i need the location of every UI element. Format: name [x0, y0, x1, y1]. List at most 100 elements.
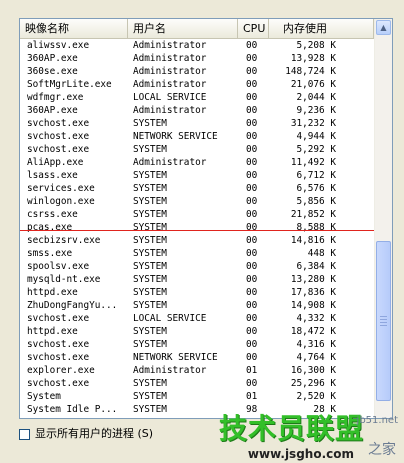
- process-user: NETWORK SERVICE: [133, 352, 218, 363]
- process-row[interactable]: svchost.exe SYSTEM 00 31,232 K: [20, 117, 374, 130]
- process-row[interactable]: csrss.exe SYSTEM 00 21,852 K: [20, 208, 374, 221]
- process-cpu: 00: [246, 40, 258, 51]
- process-cpu: 00: [246, 300, 258, 311]
- process-name: svchost.exe: [27, 339, 90, 350]
- process-row[interactable]: 360se.exe Administrator 00 148,724 K: [20, 65, 374, 78]
- red-guide-line: [20, 230, 374, 231]
- process-row[interactable]: AliApp.exe Administrator 00 11,492 K: [20, 156, 374, 169]
- watermark-title: 技术员联盟: [218, 412, 364, 445]
- process-cpu: 00: [246, 222, 258, 233]
- process-memory: 14,908 K: [290, 300, 336, 311]
- process-memory: 6,576 K: [296, 183, 336, 194]
- process-memory: 448 K: [307, 248, 336, 259]
- process-cpu: 00: [246, 53, 258, 64]
- process-memory: 13,280 K: [290, 274, 336, 285]
- list-header: 映像名称 用户名 CPU 内存使用: [20, 19, 374, 39]
- process-name: explorer.exe: [27, 365, 95, 376]
- process-name: 360AP.exe: [27, 105, 78, 116]
- column-header-name[interactable]: 映像名称: [20, 19, 128, 38]
- watermark-site: jb51.net: [356, 415, 398, 426]
- process-row[interactable]: ZhuDongFangYu... SYSTEM 00 14,908 K: [20, 299, 374, 312]
- process-list[interactable]: 映像名称 用户名 CPU 内存使用 aliwssv.exe Administrat…: [19, 18, 393, 419]
- process-user: SYSTEM: [133, 118, 167, 129]
- process-row[interactable]: services.exe SYSTEM 00 6,576 K: [20, 182, 374, 195]
- process-user: NETWORK SERVICE: [133, 131, 218, 142]
- process-name: svchost.exe: [27, 131, 90, 142]
- process-cpu: 00: [246, 79, 258, 90]
- process-name: mysqld-nt.exe: [27, 274, 101, 285]
- process-name: svchost.exe: [27, 118, 90, 129]
- process-row[interactable]: winlogon.exe SYSTEM 00 5,856 K: [20, 195, 374, 208]
- arrow-up-icon: ▲: [380, 23, 387, 32]
- process-name: pcas.exe: [27, 222, 73, 233]
- process-name: 360se.exe: [27, 66, 78, 77]
- process-row[interactable]: httpd.exe SYSTEM 00 17,836 K: [20, 286, 374, 299]
- process-user: Administrator: [133, 365, 207, 376]
- process-name: secbizsrv.exe: [27, 235, 101, 246]
- process-memory: 4,332 K: [296, 313, 336, 324]
- process-row[interactable]: svchost.exe NETWORK SERVICE 00 4,764 K: [20, 351, 374, 364]
- process-user: SYSTEM: [133, 274, 167, 285]
- process-name: ZhuDongFangYu...: [27, 300, 118, 311]
- process-row[interactable]: wdfmgr.exe LOCAL SERVICE 00 2,044 K: [20, 91, 374, 104]
- process-row[interactable]: SoftMgrLite.exe Administrator 00 21,076 K: [20, 78, 374, 91]
- process-cpu: 00: [246, 313, 258, 324]
- process-name: 360AP.exe: [27, 53, 78, 64]
- process-memory: 2,044 K: [296, 92, 336, 103]
- process-user: LOCAL SERVICE: [133, 92, 207, 103]
- show-all-users-option[interactable]: 显示所有用户的进程 (S): [19, 426, 153, 442]
- process-user: SYSTEM: [133, 378, 167, 389]
- process-user: Administrator: [133, 53, 207, 64]
- process-row[interactable]: httpd.exe SYSTEM 00 18,472 K: [20, 325, 374, 338]
- process-row[interactable]: lsass.exe SYSTEM 00 6,712 K: [20, 169, 374, 182]
- process-row[interactable]: pcas.exe SYSTEM 00 8,588 K: [20, 221, 374, 234]
- process-row[interactable]: svchost.exe LOCAL SERVICE 00 4,332 K: [20, 312, 374, 325]
- process-memory: 25,296 K: [290, 378, 336, 389]
- process-row[interactable]: spoolsv.exe SYSTEM 00 6,384 K: [20, 260, 374, 273]
- process-memory: 6,712 K: [296, 170, 336, 181]
- vertical-scrollbar[interactable]: ▲: [374, 19, 392, 418]
- process-row[interactable]: svchost.exe SYSTEM 00 5,292 K: [20, 143, 374, 156]
- process-row[interactable]: 360AP.exe Administrator 00 9,236 K: [20, 104, 374, 117]
- process-row[interactable]: svchost.exe NETWORK SERVICE 00 4,944 K: [20, 130, 374, 143]
- process-memory: 5,292 K: [296, 144, 336, 155]
- process-user: SYSTEM: [133, 248, 167, 259]
- process-row[interactable]: svchost.exe SYSTEM 00 4,316 K: [20, 338, 374, 351]
- process-memory: 13,928 K: [290, 53, 336, 64]
- process-memory: 148,724 K: [285, 66, 336, 77]
- process-row[interactable]: 360AP.exe Administrator 00 13,928 K: [20, 52, 374, 65]
- show-all-users-label: 显示所有用户的进程 (S): [35, 427, 154, 440]
- column-header-mem[interactable]: 内存使用: [269, 19, 374, 38]
- process-row[interactable]: mysqld-nt.exe SYSTEM 00 13,280 K: [20, 273, 374, 286]
- process-row[interactable]: svchost.exe SYSTEM 00 25,296 K: [20, 377, 374, 390]
- scroll-thumb[interactable]: [376, 241, 391, 401]
- process-user: SYSTEM: [133, 209, 167, 220]
- process-memory: 11,492 K: [290, 157, 336, 168]
- process-row[interactable]: secbizsrv.exe SYSTEM 00 14,816 K: [20, 234, 374, 247]
- process-row[interactable]: smss.exe SYSTEM 00 448 K: [20, 247, 374, 260]
- process-user: LOCAL SERVICE: [133, 313, 207, 324]
- process-memory: 18,472 K: [290, 326, 336, 337]
- process-name: aliwssv.exe: [27, 40, 90, 51]
- process-row[interactable]: explorer.exe Administrator 01 16,300 K: [20, 364, 374, 377]
- process-row[interactable]: aliwssv.exe Administrator 00 5,208 K: [20, 39, 374, 52]
- process-cpu: 00: [246, 196, 258, 207]
- process-cpu: 00: [246, 352, 258, 363]
- process-cpu: 00: [246, 92, 258, 103]
- process-name: httpd.exe: [27, 326, 78, 337]
- process-memory: 31,232 K: [290, 118, 336, 129]
- show-all-users-checkbox[interactable]: [19, 428, 30, 440]
- process-memory: 5,208 K: [296, 40, 336, 51]
- process-cpu: 00: [246, 287, 258, 298]
- scroll-up-button[interactable]: ▲: [376, 20, 391, 35]
- process-user: Administrator: [133, 79, 207, 90]
- process-cpu: 00: [246, 183, 258, 194]
- process-name: SoftMgrLite.exe: [27, 79, 112, 90]
- column-header-user[interactable]: 用户名: [128, 19, 238, 38]
- process-cpu: 00: [246, 261, 258, 272]
- column-header-cpu[interactable]: CPU: [238, 19, 269, 38]
- process-user: SYSTEM: [133, 261, 167, 272]
- process-name: wdfmgr.exe: [27, 92, 84, 103]
- process-cpu: 00: [246, 157, 258, 168]
- process-memory: 21,076 K: [290, 79, 336, 90]
